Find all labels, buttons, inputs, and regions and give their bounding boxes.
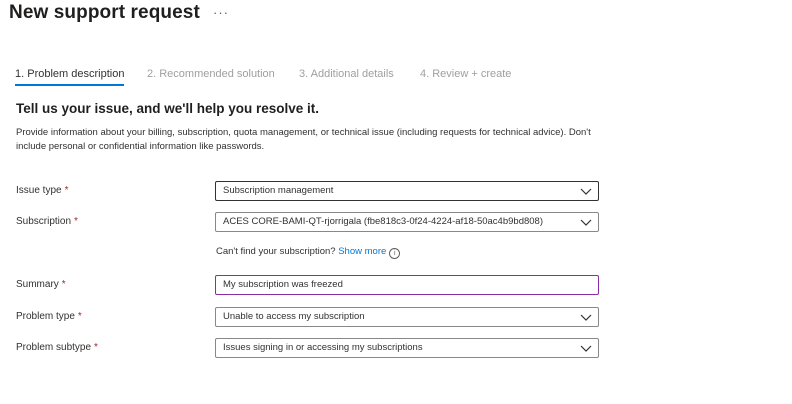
- subscription-label: Subscription *: [16, 216, 78, 227]
- show-more-link[interactable]: Show more: [338, 246, 386, 257]
- chevron-down-icon: [580, 314, 592, 321]
- problem-subtype-dropdown[interactable]: Issues signing in or accessing my subscr…: [215, 338, 599, 358]
- more-options-icon[interactable]: ···: [213, 5, 229, 20]
- problem-type-value: Unable to access my subscription: [223, 311, 365, 322]
- chevron-down-icon: [580, 219, 592, 226]
- problem-type-dropdown[interactable]: Unable to access my subscription: [215, 307, 599, 327]
- subscription-value: ACES CORE-BAMI-QT-rjorrigala (fbe818c3-0…: [223, 216, 543, 227]
- subscription-hint-text: Can't find your subscription?: [216, 246, 336, 257]
- required-marker: *: [77, 311, 82, 322]
- chevron-down-icon: [580, 188, 592, 195]
- issue-type-dropdown[interactable]: Subscription management: [215, 181, 599, 201]
- tab-recommended-solution[interactable]: 2. Recommended solution: [147, 68, 275, 84]
- page-title: New support request: [9, 2, 200, 23]
- summary-label-text: Summary: [16, 279, 59, 290]
- tab-additional-details[interactable]: 3. Additional details: [299, 68, 394, 84]
- problem-subtype-value: Issues signing in or accessing my subscr…: [223, 342, 423, 353]
- tab-review-create[interactable]: 4. Review + create: [420, 68, 511, 84]
- issue-type-label: Issue type *: [16, 185, 69, 196]
- summary-input[interactable]: My subscription was freezed: [215, 275, 599, 295]
- summary-value: My subscription was freezed: [223, 279, 343, 290]
- tab-problem-description[interactable]: 1. Problem description: [15, 68, 125, 86]
- section-description: Provide information about your billing, …: [16, 127, 591, 152]
- required-marker: *: [74, 216, 78, 227]
- required-marker: *: [61, 279, 66, 290]
- section-heading: Tell us your issue, and we'll help you r…: [16, 101, 320, 116]
- required-marker: *: [94, 342, 98, 353]
- subscription-hint: Can't find your subscription? Show more i: [216, 246, 401, 259]
- subscription-dropdown[interactable]: ACES CORE-BAMI-QT-rjorrigala (fbe818c3-0…: [215, 212, 599, 232]
- required-marker: *: [64, 185, 69, 196]
- problem-type-label: Problem type *: [16, 311, 82, 322]
- summary-label: Summary *: [16, 279, 66, 290]
- problem-subtype-label-text: Problem subtype: [16, 342, 92, 353]
- issue-type-value: Subscription management: [223, 185, 334, 196]
- problem-type-label-text: Problem type: [16, 311, 75, 322]
- info-icon[interactable]: i: [389, 248, 401, 259]
- problem-subtype-label: Problem subtype *: [16, 342, 98, 353]
- subscription-label-text: Subscription: [16, 216, 72, 227]
- chevron-down-icon: [580, 345, 592, 352]
- issue-type-label-text: Issue type: [16, 185, 62, 196]
